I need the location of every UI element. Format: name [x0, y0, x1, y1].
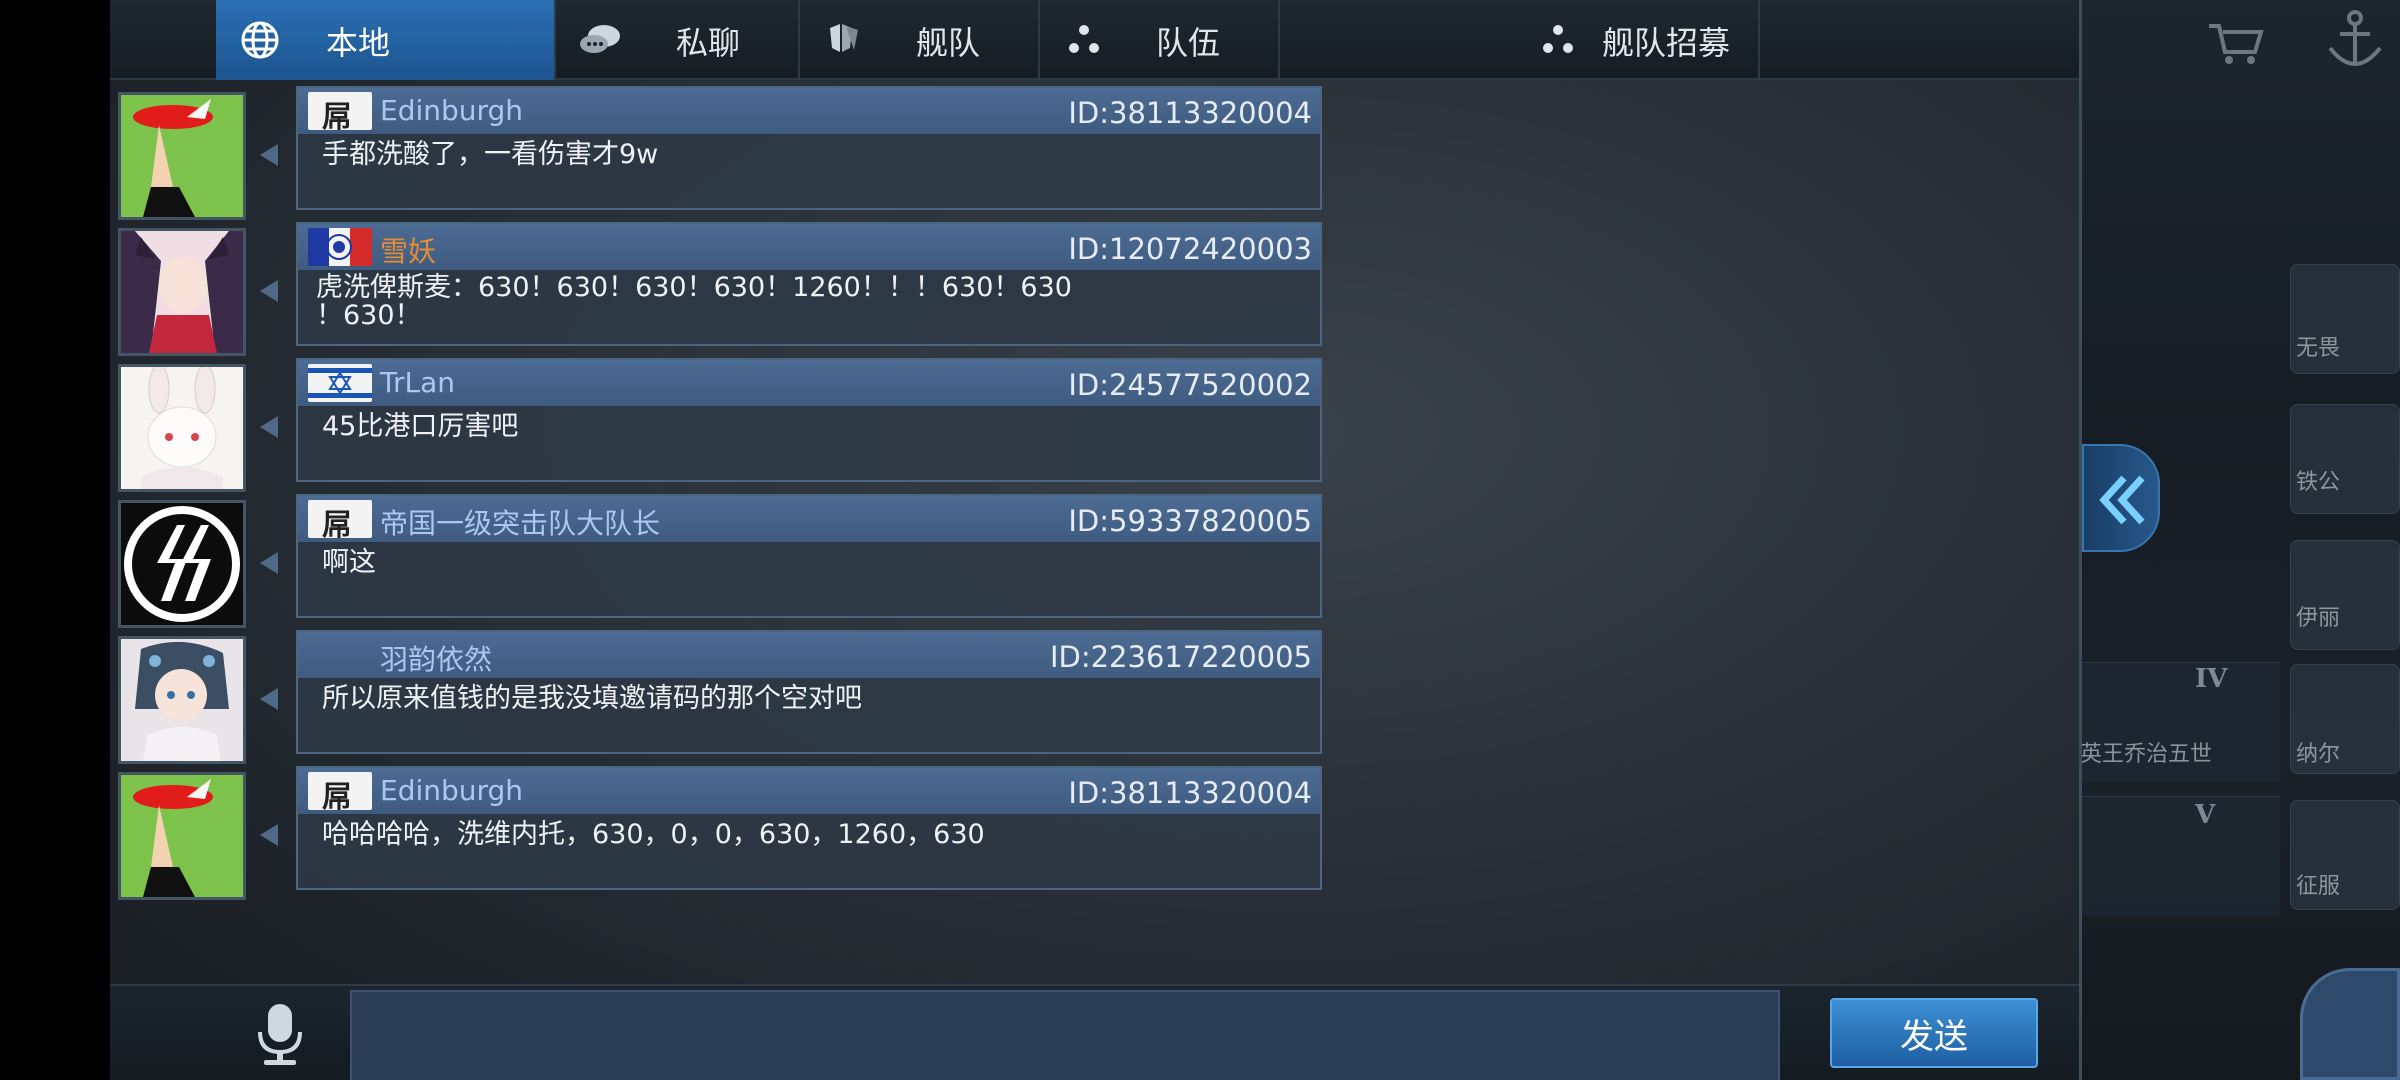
- collapse-chat-button[interactable]: [2082, 444, 2160, 552]
- beret-character-avatar[interactable]: [118, 92, 246, 220]
- double-chevron-left-icon: [2099, 475, 2145, 525]
- tab-private-chat[interactable]: 私聊: [556, 0, 800, 80]
- message-header: TrLan ID:24577520002: [298, 360, 1320, 406]
- ss-runes-avatar[interactable]: [118, 500, 246, 628]
- bunny-girl-avatar[interactable]: [118, 364, 246, 492]
- message-bubble[interactable]: 雪妖 ID:12072420003 虎洗俾斯麦：630！630！630！630！…: [296, 222, 1322, 346]
- anchor-icon[interactable]: [2320, 4, 2390, 74]
- team-dots-icon: [1543, 25, 1573, 53]
- message-header: 屌 Edinburgh ID:38113320004: [298, 768, 1320, 815]
- flag-text: 屌: [322, 100, 352, 135]
- sender-name[interactable]: 帝国一级突击队大队长: [380, 502, 660, 542]
- ship-slot-5-label: 征服: [2296, 874, 2341, 899]
- white-flag-icon: 屌: [308, 772, 372, 815]
- message-header: 雪妖 ID:12072420003: [298, 224, 1320, 270]
- chat-message: 屌 帝国一级突击队大队长 ID:59337820005 啊这: [118, 494, 1322, 628]
- sender-name[interactable]: Edinburgh: [380, 774, 523, 807]
- message-text: 所以原来值钱的是我没填邀请码的那个空对吧: [322, 683, 862, 714]
- tier-label-1: IV: [2195, 664, 2228, 694]
- ship-slot-2[interactable]: [2290, 404, 2400, 514]
- message-bubble[interactable]: TrLan ID:24577520002 45比港口厉害吧: [296, 358, 1322, 482]
- chat-message-input[interactable]: [350, 990, 1780, 1080]
- flag-text: 屌: [322, 780, 352, 815]
- israel-flag-icon: [308, 364, 372, 402]
- beret-character-avatar[interactable]: [118, 772, 246, 900]
- message-header: 羽韵依然 ID:223617220005: [298, 632, 1320, 678]
- chat-message: 羽韵依然 ID:223617220005 所以原来值钱的是我没填邀请码的那个空对…: [118, 630, 1322, 764]
- bubble-pointer: [260, 280, 278, 302]
- bubble-pointer: [260, 144, 278, 166]
- globe-icon: [241, 21, 279, 59]
- bubble-pointer: [260, 552, 278, 574]
- french-flag-icon: [308, 228, 372, 266]
- message-bubble[interactable]: 屌 Edinburgh ID:38113320004 手都洗酸了，一看伤害才9w: [296, 86, 1322, 210]
- chat-message: 屌 Edinburgh ID:38113320004 哈哈哈哈，洗维内托，630…: [118, 766, 1322, 900]
- message-text: 哈哈哈哈，洗维内托，630，0，0，630，1260，630: [322, 819, 985, 850]
- sender-id: ID:24577520002: [1068, 368, 1312, 402]
- flag-text: 屌: [322, 508, 352, 543]
- chat-input-bar: 发送: [110, 984, 2079, 1080]
- tab-fleet[interactable]: 舰队: [800, 0, 1040, 80]
- sender-id: ID:38113320004: [1068, 96, 1312, 130]
- message-text: 45比港口厉害吧: [322, 411, 519, 442]
- bubble-pointer: [260, 824, 278, 846]
- chat-message: 雪妖 ID:12072420003 虎洗俾斯麦：630！630！630！630！…: [118, 222, 1322, 356]
- sender-name[interactable]: 雪妖: [380, 230, 436, 270]
- anime-girl-avatar[interactable]: [118, 636, 246, 764]
- message-text: 虎洗俾斯麦：630！630！630！630！1260！！！630！630 ！63…: [316, 272, 1072, 331]
- commander-avatar[interactable]: [2300, 968, 2400, 1080]
- tab-local[interactable]: 本地: [216, 0, 556, 80]
- bubble-pointer: [260, 416, 278, 438]
- sender-id: ID:223617220005: [1049, 640, 1312, 674]
- bubble-pointer: [260, 688, 278, 710]
- send-button[interactable]: 发送: [1830, 998, 2038, 1068]
- white-flag-icon: 屌: [308, 92, 372, 135]
- sender-id: ID:12072420003: [1068, 232, 1312, 266]
- tier-label-2: V: [2195, 800, 2216, 830]
- tab-fleet-recruit-label: 舰队招募: [1602, 24, 1731, 62]
- chat-panel: 本地 私聊 舰队 队伍 舰队招募 屌 Edinburgh ID:38113320…: [110, 0, 2082, 1080]
- team-dots-icon: [1069, 25, 1099, 53]
- ship-list-item-2[interactable]: [2080, 796, 2280, 916]
- anime-fox-girl-avatar[interactable]: [118, 228, 246, 356]
- sender-name[interactable]: Edinburgh: [380, 94, 523, 127]
- chat-message: 屌 Edinburgh ID:38113320004 手都洗酸了，一看伤害才9w: [118, 86, 1322, 220]
- ship-slot-3-label: 伊丽: [2296, 606, 2341, 631]
- chat-tab-bar: 本地 私聊 舰队 队伍 舰队招募: [110, 0, 2079, 80]
- chat-bubbles-icon: [580, 25, 620, 53]
- ship-slot-4-label: 纳尔: [2296, 742, 2341, 767]
- ship-slot-3[interactable]: [2290, 540, 2400, 650]
- message-header: 屌 Edinburgh ID:38113320004: [298, 88, 1320, 135]
- white-flag-icon: 屌: [308, 500, 372, 543]
- sender-id: ID:59337820005: [1068, 504, 1312, 538]
- chat-message: TrLan ID:24577520002 45比港口厉害吧: [118, 358, 1322, 492]
- message-bubble[interactable]: 屌 Edinburgh ID:38113320004 哈哈哈哈，洗维内托，630…: [296, 766, 1322, 890]
- ship-slot-1-label: 无畏: [2296, 336, 2341, 361]
- microphone-icon[interactable]: [250, 1000, 310, 1070]
- tab-local-label: 本地: [326, 24, 391, 62]
- sender-name[interactable]: TrLan: [380, 366, 455, 399]
- shop-cart-icon[interactable]: [2205, 18, 2265, 68]
- ship-slot-2-label: 铁公: [2296, 470, 2341, 495]
- fleet-shield-icon: [830, 24, 858, 52]
- sender-id: ID:38113320004: [1068, 776, 1312, 810]
- message-header: 屌 帝国一级突击队大队长 ID:59337820005: [298, 496, 1320, 543]
- sender-name[interactable]: 羽韵依然: [380, 638, 492, 678]
- message-bubble[interactable]: 羽韵依然 ID:223617220005 所以原来值钱的是我没填邀请码的那个空对…: [296, 630, 1322, 754]
- message-text: 啊这: [322, 547, 376, 578]
- ship-list-text: 英王乔治五世: [2080, 742, 2213, 767]
- message-text: 手都洗酸了，一看伤害才9w: [322, 139, 659, 170]
- tab-fleet-label: 舰队: [916, 24, 981, 62]
- tab-fleet-recruit[interactable]: 舰队招募: [1280, 0, 1760, 80]
- tab-private-chat-label: 私聊: [676, 24, 741, 62]
- message-bubble[interactable]: 屌 帝国一级突击队大队长 ID:59337820005 啊这: [296, 494, 1322, 618]
- tab-team[interactable]: 队伍: [1040, 0, 1280, 80]
- tab-team-label: 队伍: [1156, 24, 1221, 62]
